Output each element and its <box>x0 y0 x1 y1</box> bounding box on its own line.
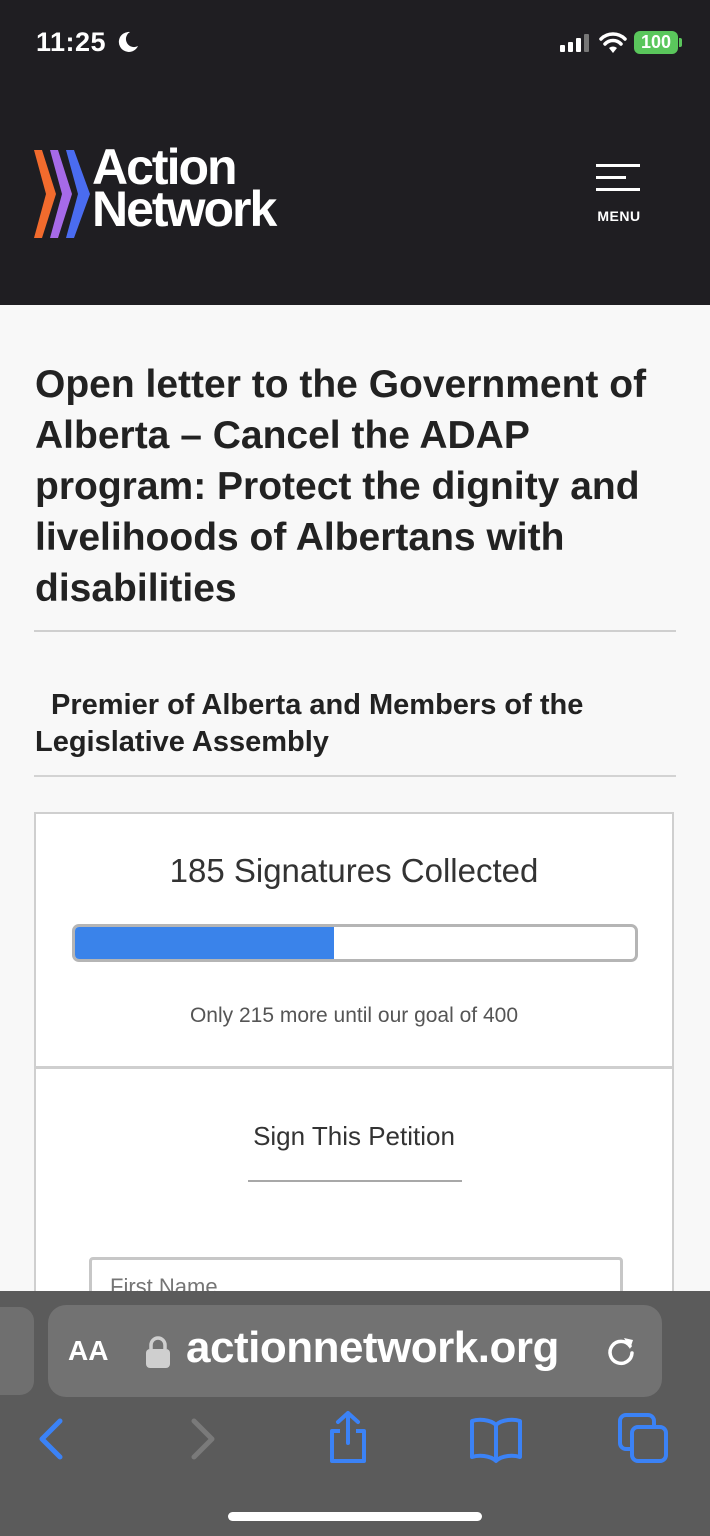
book-icon[interactable] <box>466 1409 526 1469</box>
page-content: Open letter to the Government of Alberta… <box>0 305 710 1291</box>
cellular-signal-icon <box>560 34 589 52</box>
petition-target: Premier of Alberta and Members of the Le… <box>35 687 675 761</box>
url-text[interactable]: actionnetwork.org <box>186 1323 559 1373</box>
first-name-input[interactable] <box>89 1257 623 1291</box>
status-bar: 11:25 100 <box>0 0 710 86</box>
wifi-icon <box>599 32 627 53</box>
logo-line-2: Network <box>92 181 277 237</box>
site-header: Action Network MENU <box>0 86 710 305</box>
home-indicator[interactable] <box>228 1512 482 1521</box>
petition-form: Sign This Petition <box>34 1067 674 1291</box>
previous-tab-peek[interactable] <box>0 1307 34 1395</box>
goal-text: Only 215 more until our goal of 400 <box>189 1004 519 1027</box>
reload-icon[interactable] <box>603 1333 639 1369</box>
battery-nub <box>679 38 682 47</box>
form-title-underline <box>248 1180 462 1182</box>
chevron-right-icon[interactable] <box>170 1409 230 1469</box>
progress-bar-fill <box>75 927 334 959</box>
signature-count: 185 Signatures Collected <box>169 852 539 889</box>
battery-level: 100 <box>640 32 672 52</box>
status-time: 11:25 <box>36 27 107 57</box>
signature-progress-box: 185 Signatures Collected Only 215 more u… <box>34 812 674 1068</box>
reader-options-button[interactable]: AA <box>68 1335 108 1367</box>
divider <box>34 630 676 632</box>
hamburger-icon <box>596 164 640 191</box>
share-icon[interactable] <box>318 1409 378 1469</box>
logo-wordmark[interactable]: Action Network <box>92 142 277 237</box>
browser-bar: AA actionnetwork.org <box>0 1291 710 1536</box>
menu-label: MENU <box>597 208 641 224</box>
moon-icon <box>118 31 138 52</box>
progress-bar <box>72 924 638 962</box>
battery-indicator: 100 <box>634 31 678 54</box>
petition-target-text: Premier of Alberta and Members of the Le… <box>35 689 584 758</box>
tabs-icon[interactable] <box>614 1409 674 1469</box>
lock-icon <box>146 1336 170 1368</box>
form-title: Sign This Petition <box>253 1121 455 1151</box>
address-bar[interactable]: AA actionnetwork.org <box>48 1305 662 1397</box>
page-title: Open letter to the Government of Alberta… <box>35 363 647 610</box>
menu-button[interactable]: MENU <box>590 160 648 224</box>
divider <box>34 775 676 777</box>
chevron-left-icon[interactable] <box>28 1409 88 1469</box>
browser-toolbar <box>0 1409 710 1475</box>
action-network-logo-icon[interactable] <box>34 150 94 238</box>
